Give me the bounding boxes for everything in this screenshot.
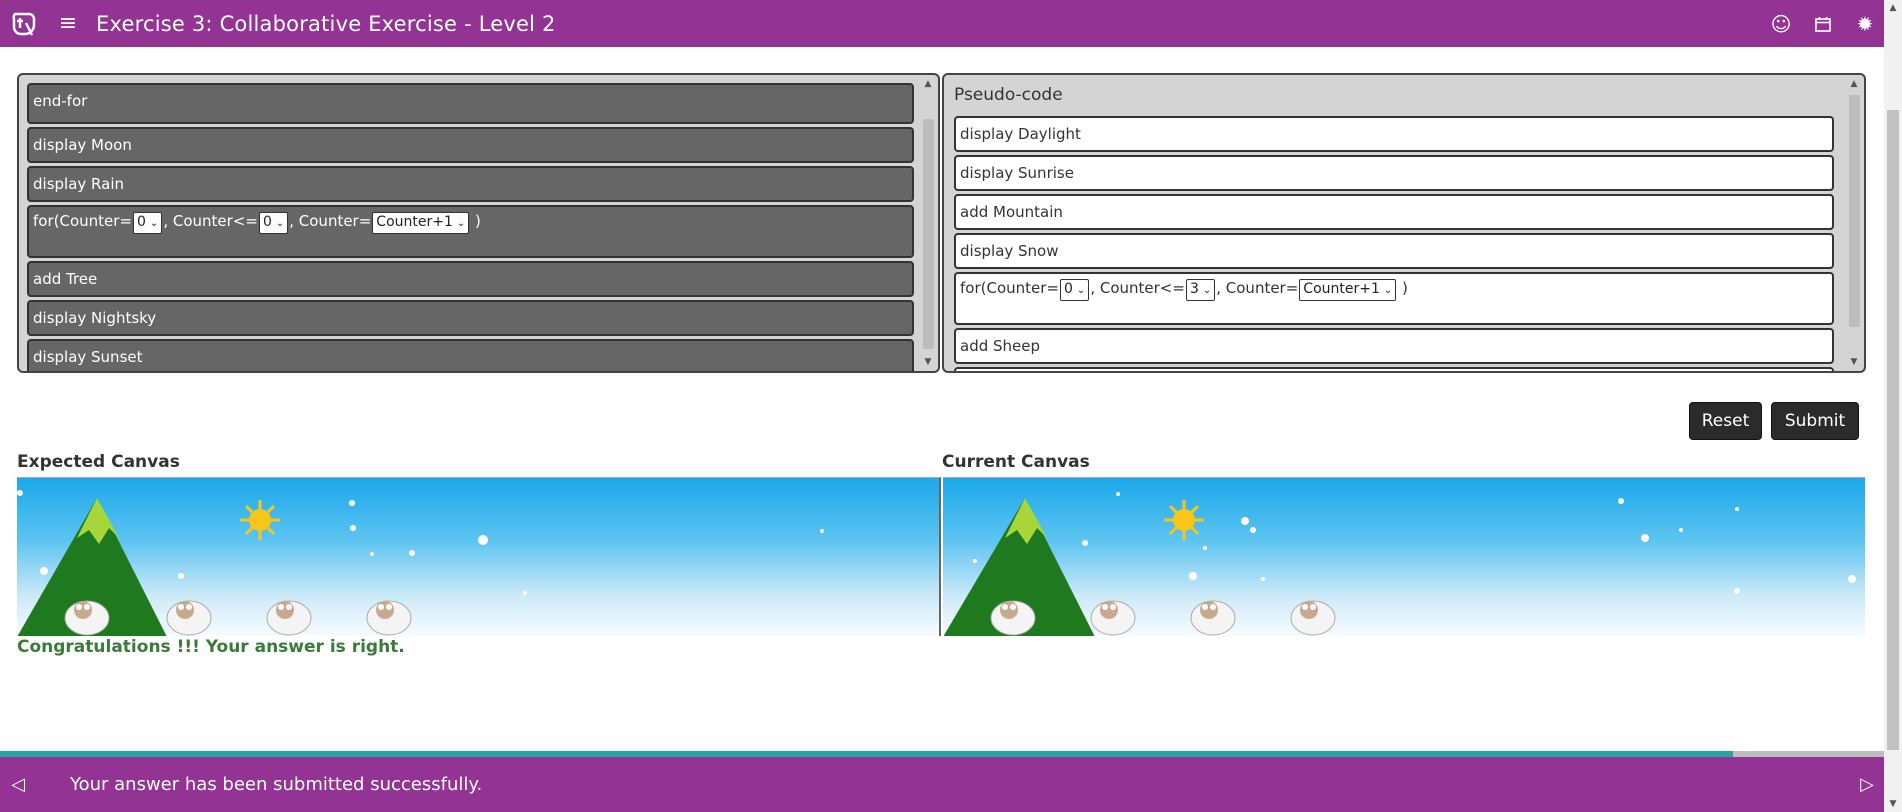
block-end-for[interactable]: end-for (27, 83, 914, 124)
sun-icon (1164, 500, 1204, 540)
page-scroll-thumb[interactable] (1887, 110, 1899, 750)
scroll-down-icon[interactable]: ▼ (1884, 796, 1902, 812)
footer-status-message: Your answer has been submitted successfu… (70, 774, 483, 795)
sheep-icon (990, 600, 1036, 636)
pseudo-code-scroll-thumb[interactable] (1849, 95, 1860, 327)
snowflakes (973, 492, 1856, 594)
calendar-icon[interactable] (1812, 13, 1834, 35)
expected-canvas (17, 477, 941, 636)
settings-icon[interactable]: ✹ (1854, 12, 1876, 36)
scroll-down-icon[interactable]: ▼ (920, 355, 936, 369)
reset-button[interactable]: Reset (1689, 402, 1762, 440)
code-for-loop[interactable]: for(Counter= 0 ⌄, Counter<= 3 ⌄, Counter= Cou… (954, 272, 1834, 325)
page-title: Exercise 3: Collaborative Exercise - Lev… (96, 11, 556, 36)
scroll-up-icon[interactable]: ▲ (920, 77, 936, 91)
expected-scene (17, 490, 824, 636)
chevron-down-icon: ⌄ (1076, 285, 1086, 296)
chevron-down-icon: ⌄ (275, 218, 285, 229)
block-for-loop[interactable]: for(Counter= 0 ⌄, Counter<= 0 ⌄, Counter= Cou… (27, 205, 914, 258)
chevron-down-icon: ⌄ (456, 218, 466, 229)
code-end-for[interactable]: end-for (954, 367, 1834, 371)
current-canvas (943, 477, 1865, 636)
sheep-icon (64, 600, 110, 636)
expected-canvas-label: Expected Canvas (17, 452, 180, 472)
counter-end-select[interactable]: 3 ⌄ (1185, 279, 1216, 301)
sheep-icon (1090, 600, 1136, 636)
counter-step-select[interactable]: Counter+1 ⌄ (1299, 279, 1397, 301)
sun-icon (240, 500, 280, 540)
counter-start-select[interactable]: 0 ⌄ (133, 212, 163, 234)
menu-icon[interactable]: ≡ (48, 0, 88, 47)
sheep-icon (1290, 600, 1336, 636)
blocks-palette-panel: end-for display Moon display Rain for(Co… (17, 73, 940, 373)
code-add-mountain[interactable]: add Mountain (954, 194, 1834, 230)
current-scene (943, 492, 1856, 636)
sheep-icon (166, 600, 212, 636)
smiley-icon[interactable]: ☺ (1770, 12, 1792, 36)
page-scrollbar[interactable]: ▲ ▼ (1884, 0, 1902, 812)
scroll-up-icon[interactable]: ▲ (1884, 0, 1902, 16)
submit-button[interactable]: Submit (1771, 402, 1859, 440)
pseudo-code-title: Pseudo-code (954, 85, 1063, 105)
previous-icon[interactable]: ◁ (0, 774, 36, 795)
sheep-icon (1190, 600, 1236, 636)
palette-scrollbar[interactable]: ▲ ▼ (920, 77, 936, 369)
counter-step-select[interactable]: Counter+1 ⌄ (372, 212, 470, 234)
chevron-down-icon: ⌄ (1202, 285, 1212, 296)
block-display-moon[interactable]: display Moon (27, 127, 914, 163)
sheep-icon (366, 600, 412, 636)
sheep-icon (266, 600, 312, 636)
block-display-sunset[interactable]: display Sunset (27, 339, 914, 371)
pseudo-code-scrollbar[interactable]: ▲ ▼ (1846, 77, 1862, 369)
palette-scroll-thumb[interactable] (923, 119, 934, 349)
block-display-rain[interactable]: display Rain (27, 166, 914, 202)
block-add-tree[interactable]: add Tree (27, 261, 914, 297)
next-icon[interactable]: ▷ (1860, 774, 1874, 795)
snowflakes (17, 490, 824, 595)
scroll-down-icon[interactable]: ▼ (1846, 355, 1862, 369)
current-canvas-label: Current Canvas (942, 452, 1090, 472)
pseudo-code-panel: Pseudo-code display Daylight display Sun… (942, 73, 1866, 373)
counter-end-select[interactable]: 0 ⌄ (258, 212, 289, 234)
code-display-snow[interactable]: display Snow (954, 233, 1834, 269)
top-bar: ≡ Exercise 3: Collaborative Exercise - L… (0, 0, 1884, 47)
code-add-sheep[interactable]: add Sheep (954, 328, 1834, 364)
result-message: Congratulations !!! Your answer is right… (17, 637, 405, 657)
chevron-down-icon: ⌄ (1383, 285, 1393, 296)
chevron-down-icon: ⌄ (149, 218, 159, 229)
code-display-sunrise[interactable]: display Sunrise (954, 155, 1834, 191)
block-display-nightsky[interactable]: display Nightsky (27, 300, 914, 336)
app-logo-icon[interactable] (0, 0, 48, 47)
footer-bar: ◁ Your answer has been submitted success… (0, 757, 1884, 812)
code-display-daylight[interactable]: display Daylight (954, 116, 1834, 152)
scroll-up-icon[interactable]: ▲ (1846, 77, 1862, 91)
counter-start-select[interactable]: 0 ⌄ (1060, 279, 1090, 301)
